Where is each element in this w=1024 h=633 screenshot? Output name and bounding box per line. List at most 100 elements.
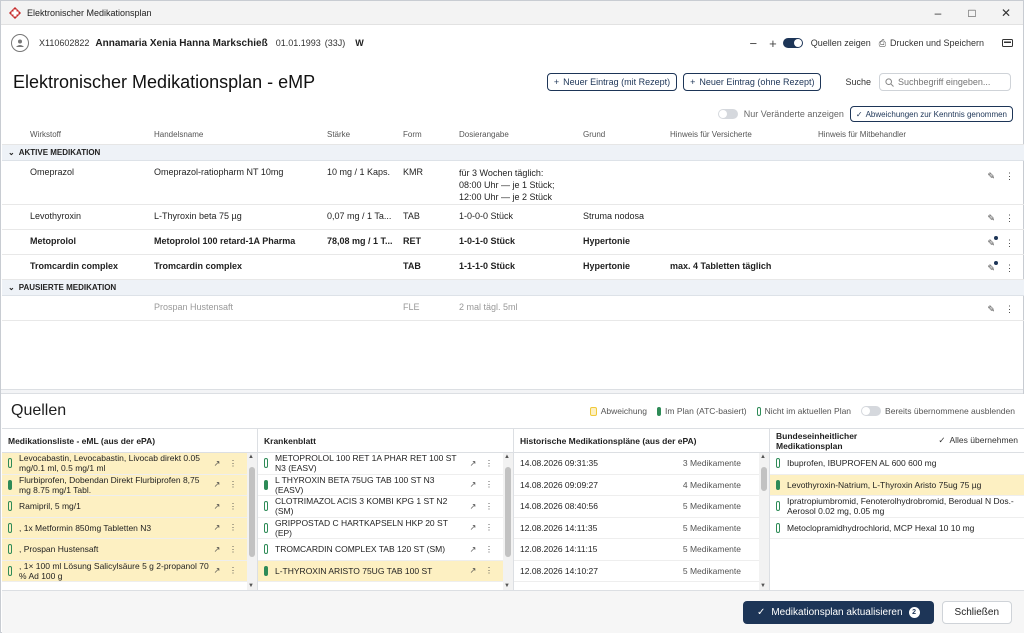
table-row[interactable]: Levothyroxin L-Thyroxin beta 75 µg 0,07 … <box>2 205 1024 230</box>
list-item[interactable]: 14.08.2026 09:31:35 3 Medikamente <box>514 453 759 475</box>
list-item[interactable]: 12.08.2026 14:11:15 5 Medikamente <box>514 539 759 561</box>
column-header[interactable]: Dosierangabe <box>453 130 577 139</box>
krankenblatt-scrollbar[interactable]: ▲ ▼ <box>503 453 513 590</box>
zoom-out-button[interactable]: − <box>750 36 758 51</box>
more-options-icon[interactable]: ⋮ <box>1005 213 1014 224</box>
more-options-icon[interactable]: ⋮ <box>1005 171 1014 182</box>
search-box[interactable] <box>879 73 1011 91</box>
column-header[interactable]: Handelsname <box>148 130 322 139</box>
more-options-icon[interactable]: ⋮ <box>481 523 497 532</box>
historic-plans-column-title: Historische Medikationspläne (aus der eP… <box>514 429 769 453</box>
eml-scrollbar[interactable]: ▲ ▼ <box>247 453 257 590</box>
open-external-icon[interactable]: ↗ <box>465 545 481 554</box>
new-entry-without-rx-button[interactable]: + Neuer Eintrag (ohne Rezept) <box>683 73 822 91</box>
more-options-icon[interactable]: ⋮ <box>1005 238 1014 249</box>
list-item[interactable]: Ramipril, 5 mg/1 ↗ ⋮ <box>2 496 247 518</box>
open-external-icon[interactable]: ↗ <box>465 459 481 468</box>
only-changes-toggle[interactable] <box>717 109 738 119</box>
acknowledge-deviations-button[interactable]: ✓ Abweichungen zur Kenntnis genommen <box>849 106 1013 122</box>
more-options-icon[interactable]: ⋮ <box>1005 304 1014 315</box>
list-item[interactable]: CLOTRIMAZOL ACIS 3 KOMBI KPG 1 ST N2 (SM… <box>258 496 503 518</box>
table-row[interactable]: Tromcardin complex Tromcardin complex TA… <box>2 255 1024 280</box>
list-item[interactable]: Ibuprofen, IBUPROFEN AL 600 600 mg <box>770 453 1024 475</box>
column-header[interactable]: Wirkstoff <box>24 130 148 139</box>
maximize-button[interactable]: □ <box>955 1 989 25</box>
table-row[interactable]: Prospan Hustensaft FLE 2 mal tägl. 5ml ✎… <box>2 296 1024 321</box>
list-item[interactable]: 12.08.2026 14:10:27 5 Medikamente <box>514 561 759 582</box>
open-external-icon[interactable]: ↗ <box>209 566 225 575</box>
column-header[interactable]: Form <box>397 130 453 139</box>
section-active-header[interactable]: ⌄ AKTIVE MEDIKATION <box>2 145 1024 161</box>
list-item[interactable]: L-THYROXIN ARISTO 75UG TAB 100 ST ↗ ⋮ <box>258 560 503 582</box>
more-options-icon[interactable]: ⋮ <box>481 545 497 554</box>
card-reader-button[interactable] <box>1002 39 1013 47</box>
more-options-icon[interactable]: ⋮ <box>225 566 241 575</box>
table-row[interactable]: Metoprolol Metoprolol 100 retard-1A Phar… <box>2 230 1024 255</box>
table-row[interactable]: Omeprazol Omeprazol-ratiopharm NT 10mg 1… <box>2 161 1024 205</box>
adopt-all-button[interactable]: ✓ Alles übernehmen <box>938 435 1018 446</box>
column-header[interactable]: Hinweis für Versicherte <box>664 130 812 139</box>
list-item[interactable]: , 1× 100 ml Lösung Salicylsäure 5 g 2-pr… <box>2 560 247 582</box>
list-item[interactable]: Levocabastin, Levocabastin, Livocab dire… <box>2 453 247 475</box>
list-item[interactable]: TROMCARDIN COMPLEX TAB 120 ST (SM) ↗ ⋮ <box>258 539 503 561</box>
more-options-icon[interactable]: ⋮ <box>481 459 497 468</box>
list-item[interactable]: Levothyroxin-Natrium, L-Thyroxin Aristo … <box>770 474 1024 496</box>
edit-pencil-icon[interactable]: ✎ <box>987 236 998 249</box>
close-window-button[interactable]: ✕ <box>989 1 1023 25</box>
column-header[interactable]: Stärke <box>321 130 397 139</box>
open-external-icon[interactable]: ↗ <box>465 523 481 532</box>
column-header[interactable]: Grund <box>577 130 664 139</box>
more-options-icon[interactable]: ⋮ <box>481 502 497 511</box>
dosis-cell: 1-0-0-0 Stück <box>459 211 514 221</box>
edit-pencil-icon[interactable]: ✎ <box>987 171 995 182</box>
open-external-icon[interactable]: ↗ <box>465 502 481 511</box>
edit-pencil-icon[interactable]: ✎ <box>987 261 998 274</box>
plus-icon: + <box>553 77 560 87</box>
list-item[interactable]: Ipratropiumbromid, Fenoterolhydrobromid,… <box>770 496 1024 518</box>
filter-row: Nur Veränderte anzeigen ✓ Abweichungen z… <box>1 103 1023 125</box>
acknowledge-deviations-label: Abweichungen zur Kenntnis genommen <box>865 109 1007 119</box>
more-options-icon[interactable]: ⋮ <box>225 459 241 468</box>
more-options-icon[interactable]: ⋮ <box>1005 263 1014 274</box>
list-item[interactable]: 12.08.2026 14:11:35 5 Medikamente <box>514 518 759 539</box>
list-item[interactable]: 14.08.2026 08:40:56 5 Medikamente <box>514 496 759 518</box>
edit-pencil-icon[interactable]: ✎ <box>987 213 995 224</box>
historic-plans-scrollbar[interactable]: ▲ ▼ <box>759 453 769 590</box>
zoom-in-button[interactable]: + <box>769 36 777 51</box>
sources-toggle[interactable] <box>782 38 803 48</box>
open-external-icon[interactable]: ↗ <box>209 523 225 532</box>
hide-adopted-toggle[interactable] <box>861 406 882 416</box>
list-item[interactable]: L THYROXIN BETA 75UG TAB 100 ST N3 (EASV… <box>258 475 503 496</box>
search-input[interactable] <box>898 77 1003 87</box>
form-cell: TAB <box>403 211 420 221</box>
list-item[interactable]: , 1x Metformin 850mg Tabletten N3 ↗ ⋮ <box>2 517 247 539</box>
more-options-icon[interactable]: ⋮ <box>481 480 497 489</box>
plus-icon: + <box>690 77 696 87</box>
open-external-icon[interactable]: ↗ <box>209 459 225 468</box>
print-save-button[interactable]: ⎙ Drucken und Speichern <box>879 38 984 49</box>
open-external-icon[interactable]: ↗ <box>209 480 225 489</box>
section-paused-header[interactable]: ⌄ PAUSIERTE MEDIKATION <box>2 280 1024 296</box>
list-item[interactable]: Flurbiprofen, Dobendan Direkt Flurbiprof… <box>2 474 247 496</box>
list-item[interactable]: Metoclopramidhydrochlorid, MCP Hexal 10 … <box>770 518 1024 539</box>
open-external-icon[interactable]: ↗ <box>209 502 225 511</box>
list-item[interactable]: 14.08.2026 09:09:27 4 Medikamente <box>514 475 759 496</box>
close-button[interactable]: Schließen <box>941 600 1012 624</box>
hide-adopted-control[interactable]: Bereits übernommene ausblenden <box>861 406 1015 416</box>
more-options-icon[interactable]: ⋮ <box>225 480 241 489</box>
open-external-icon[interactable]: ↗ <box>209 545 225 554</box>
more-options-icon[interactable]: ⋮ <box>225 502 241 511</box>
update-plan-button[interactable]: ✓ Medikationsplan aktualisieren 2 <box>742 600 934 624</box>
more-options-icon[interactable]: ⋮ <box>225 523 241 532</box>
edit-pencil-icon[interactable]: ✎ <box>987 304 995 315</box>
new-entry-with-rx-button[interactable]: + Neuer Eintrag (mit Rezept) <box>546 73 678 91</box>
list-item[interactable]: GRIPPOSTAD C HARTKAPSELN HKP 20 ST (EP) ↗… <box>258 518 503 539</box>
minimize-button[interactable]: – <box>921 1 955 25</box>
more-options-icon[interactable]: ⋮ <box>481 566 497 575</box>
list-item[interactable]: METOPROLOL 100 RET 1A PHAR RET 100 ST N3… <box>258 453 503 475</box>
open-external-icon[interactable]: ↗ <box>465 480 481 489</box>
list-item[interactable]: , Prospan Hustensaft ↗ ⋮ <box>2 539 247 561</box>
column-header[interactable]: Hinweis für Mitbehandler <box>812 130 962 139</box>
open-external-icon[interactable]: ↗ <box>465 566 481 575</box>
more-options-icon[interactable]: ⋮ <box>225 545 241 554</box>
